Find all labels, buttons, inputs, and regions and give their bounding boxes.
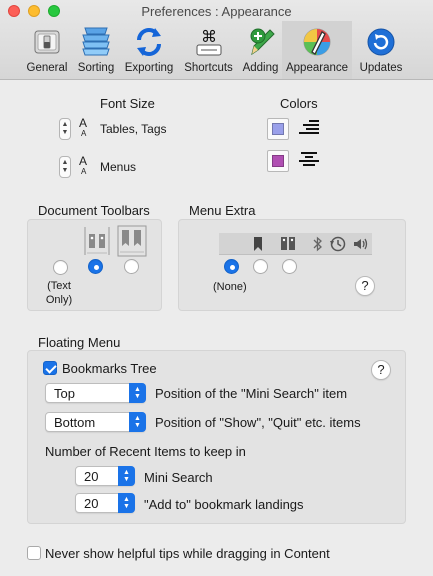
toolbar-general-label: General [26, 62, 68, 74]
refresh-arrows-icon [133, 25, 165, 59]
bookmarks-tree-label: Bookmarks Tree [62, 361, 157, 376]
tables-tags-font-label: Tables, Tags [100, 122, 167, 136]
time-machine-icon [330, 236, 346, 252]
toolbar-exporting-label: Exporting [124, 62, 174, 74]
switch-icon [32, 25, 62, 59]
mini-search-position-value: Top [54, 386, 75, 401]
mini-search-position-label: Position of the "Mini Search" item [155, 386, 348, 401]
toolbar-sorting-label: Sorting [77, 62, 115, 74]
menu-extra-bookmark-radio[interactable] [253, 259, 268, 274]
toolbar-shortcuts[interactable]: ⌘ Shortcuts [178, 21, 239, 79]
tables-tags-color-well[interactable] [267, 118, 289, 140]
toolbar-appearance[interactable]: Appearance [282, 21, 352, 79]
add-to-count-value: 20 [84, 496, 99, 511]
popup-arrows-icon: ▲ ▼ [129, 412, 146, 432]
show-quit-position-label: Position of "Show", "Quit" etc. items [155, 415, 361, 430]
text-align-right-icon [297, 118, 321, 141]
volume-icon [354, 238, 368, 250]
bookmark-icon [254, 237, 262, 251]
tables-tags-font-stepper[interactable]: ▲ ▼ [59, 118, 71, 140]
show-quit-position-popup[interactable]: Bottom ▲ ▼ [45, 412, 146, 432]
popup-arrows-icon: ▲ ▼ [129, 383, 146, 403]
toolbar-adding[interactable]: Adding [239, 21, 282, 79]
never-show-tips-label: Never show helpful tips while dragging i… [45, 546, 330, 561]
toolbar-adding-label: Adding [242, 62, 279, 74]
mini-search-count-value: 20 [84, 469, 99, 484]
menu-bar-preview [219, 233, 372, 255]
add-to-count-label: "Add to" bookmark landings [144, 497, 304, 512]
popup-arrows-icon: ▲ ▼ [118, 466, 135, 486]
bookmarks-pair-icon [281, 237, 295, 250]
toolbar-updates-label: Updates [359, 62, 403, 74]
mini-search-count-label: Mini Search [144, 470, 213, 485]
font-size-glyph-icon: AA [79, 116, 88, 138]
add-pencil-icon [246, 25, 276, 59]
recent-items-heading: Number of Recent Items to keep in [45, 444, 246, 459]
document-toolbar-small-radio[interactable] [88, 259, 103, 274]
toolbar-sorting[interactable]: Sorting [72, 21, 120, 79]
font-size-heading: Font Size [100, 96, 155, 111]
never-show-tips-checkbox[interactable] [27, 546, 41, 560]
toolbar-appearance-label: Appearance [285, 62, 349, 74]
bookmarks-tree-checkbox[interactable] [43, 361, 57, 375]
menu-extra-heading: Menu Extra [189, 203, 256, 218]
text-only-label: (Text Only) [45, 280, 73, 306]
mini-search-position-popup[interactable]: Top ▲ ▼ [45, 383, 146, 403]
update-icon [366, 25, 396, 59]
toolbar-exporting[interactable]: Exporting [120, 21, 178, 79]
svg-text:⌘: ⌘ [201, 27, 217, 46]
menus-color-well[interactable] [267, 150, 289, 172]
document-toolbar-large-radio[interactable] [124, 259, 139, 274]
menu-extra-none-radio[interactable] [224, 259, 239, 274]
show-quit-position-value: Bottom [54, 415, 96, 430]
document-toolbars-heading: Document Toolbars [38, 203, 150, 218]
menu-extra-bookmarks-pair-radio[interactable] [282, 259, 297, 274]
font-size-glyph-icon: AA [79, 154, 88, 176]
preferences-window: Preferences : Appearance General Sorting… [0, 0, 433, 576]
small-toolbar-preview-icon [84, 226, 110, 259]
color-fill [272, 123, 284, 135]
sorting-stack-icon [81, 25, 111, 59]
menus-font-label: Menus [100, 160, 137, 174]
menu-extra-help-button[interactable]: ? [355, 276, 375, 296]
popup-arrows-icon: ▲ ▼ [118, 493, 135, 513]
floating-menu-heading: Floating Menu [38, 335, 121, 350]
text-align-center-icon [297, 150, 321, 173]
toolbar-shortcuts-label: Shortcuts [184, 62, 233, 74]
color-fill [272, 155, 284, 167]
menu-extra-none-label: (None) [213, 281, 247, 293]
floating-menu-help-button[interactable]: ? [371, 360, 391, 380]
toolbar-updates[interactable]: Updates [352, 21, 410, 79]
add-to-count-popup[interactable]: 20 ▲ ▼ [75, 493, 135, 513]
large-toolbar-preview-icon [117, 225, 147, 260]
toolbar-general[interactable]: General [22, 21, 72, 79]
document-toolbar-text-only-radio[interactable] [53, 260, 68, 275]
mini-search-count-popup[interactable]: 20 ▲ ▼ [75, 466, 135, 486]
colors-heading: Colors [280, 96, 318, 111]
bluetooth-icon [313, 236, 322, 252]
color-palette-icon [301, 25, 333, 59]
window-title: Preferences : Appearance [141, 4, 292, 19]
menus-font-stepper[interactable]: ▲ ▼ [59, 156, 71, 178]
command-key-icon: ⌘ [193, 25, 225, 59]
title-bar: Preferences : Appearance General Sorting… [0, 0, 433, 80]
preferences-toolbar: General Sorting Exporting ⌘ Shortcuts Ad… [22, 21, 410, 79]
